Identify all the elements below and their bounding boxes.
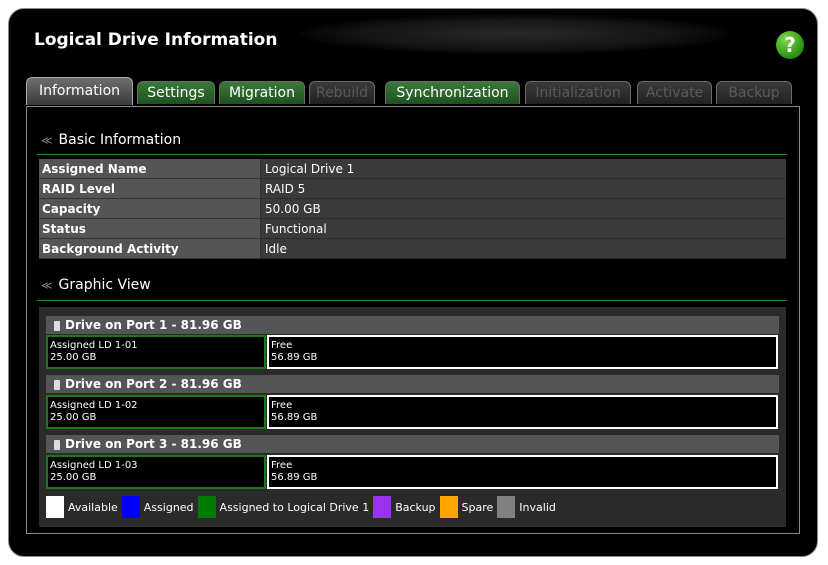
- basic-info-table: Assigned Name Logical Drive 1 RAID Level…: [39, 159, 786, 259]
- tab-rebuild: Rebuild: [309, 81, 375, 104]
- row-label: Capacity: [39, 199, 261, 219]
- table-row: RAID Level RAID 5: [39, 179, 786, 199]
- legend-label: Invalid: [519, 500, 556, 514]
- divider: [37, 154, 787, 155]
- segment-size: 25.00 GB: [50, 352, 97, 363]
- legend-item: Available: [46, 496, 118, 518]
- segment-size: 56.89 GB: [271, 412, 318, 423]
- help-icon[interactable]: ?: [776, 31, 804, 59]
- legend-swatch: [497, 496, 516, 518]
- drive-title: Drive on Port 3 - 81.96 GB: [65, 437, 242, 451]
- legend-swatch: [197, 496, 216, 518]
- legend-swatch: [439, 496, 458, 518]
- disk-icon: [54, 439, 60, 450]
- tab-migration[interactable]: Migration: [219, 81, 305, 104]
- tab-activate: Activate: [637, 81, 712, 104]
- legend-item: Assigned to Logical Drive 1: [197, 496, 370, 518]
- tab-information[interactable]: Information: [26, 77, 133, 105]
- row-value: RAID 5: [261, 179, 786, 199]
- row-label: RAID Level: [39, 179, 261, 199]
- tab-backup: Backup: [716, 81, 792, 104]
- table-row: Assigned Name Logical Drive 1: [39, 159, 786, 179]
- content-panel: ≪ Basic Information Assigned Name Logical…: [26, 106, 800, 534]
- assigned-segment[interactable]: Assigned LD 1-01 25.00 GB: [46, 335, 266, 369]
- drive-header: Drive on Port 2 - 81.96 GB: [46, 375, 779, 393]
- legend-label: Spare: [461, 500, 494, 514]
- legend-item: Invalid: [497, 496, 556, 518]
- basic-info-header[interactable]: ≪ Basic Information: [41, 132, 181, 148]
- segment-size: 25.00 GB: [50, 472, 97, 483]
- section-title: Graphic View: [58, 277, 151, 293]
- legend-label: Backup: [395, 500, 436, 514]
- segment-label: Free: [271, 460, 293, 471]
- row-value: Idle: [261, 239, 786, 259]
- drive-header: Drive on Port 1 - 81.96 GB: [46, 316, 779, 334]
- segment-size: 25.00 GB: [50, 412, 97, 423]
- divider: [37, 300, 787, 301]
- free-segment[interactable]: Free 56.89 GB: [267, 335, 778, 369]
- free-segment[interactable]: Free 56.89 GB: [267, 395, 778, 429]
- legend-item: Spare: [439, 496, 494, 518]
- row-value: Logical Drive 1: [261, 159, 786, 179]
- table-row: Status Functional: [39, 219, 786, 239]
- row-label: Background Activity: [39, 239, 261, 259]
- table-row: Background Activity Idle: [39, 239, 786, 259]
- free-segment[interactable]: Free 56.89 GB: [267, 455, 778, 489]
- row-value: Functional: [261, 219, 786, 239]
- legend: Available Assigned Assigned to Logical D…: [46, 496, 560, 518]
- assigned-segment[interactable]: Assigned LD 1-03 25.00 GB: [46, 455, 266, 489]
- legend-label: Assigned to Logical Drive 1: [219, 500, 370, 514]
- segment-label: Assigned LD 1-03: [50, 460, 138, 471]
- assigned-segment[interactable]: Assigned LD 1-02 25.00 GB: [46, 395, 266, 429]
- tab-settings[interactable]: Settings: [137, 81, 215, 104]
- legend-item: Assigned: [121, 496, 194, 518]
- legend-swatch: [373, 496, 392, 518]
- tab-synchronization[interactable]: Synchronization: [385, 81, 520, 104]
- row-label: Assigned Name: [39, 159, 261, 179]
- title-glow: [300, 14, 730, 54]
- graphic-view: Drive on Port 1 - 81.96 GB Assigned LD 1…: [39, 307, 786, 527]
- segment-size: 56.89 GB: [271, 472, 318, 483]
- row-label: Status: [39, 219, 261, 239]
- legend-item: Backup: [373, 496, 436, 518]
- window-title: Logical Drive Information: [34, 30, 278, 50]
- segment-label: Free: [271, 340, 293, 351]
- segment-label: Assigned LD 1-01: [50, 340, 138, 351]
- table-row: Capacity 50.00 GB: [39, 199, 786, 219]
- legend-label: Available: [68, 500, 118, 514]
- segment-size: 56.89 GB: [271, 352, 318, 363]
- row-value: 50.00 GB: [261, 199, 786, 219]
- segment-label: Free: [271, 400, 293, 411]
- legend-swatch: [46, 496, 64, 518]
- drive-header: Drive on Port 3 - 81.96 GB: [46, 435, 779, 453]
- disk-icon: [54, 379, 60, 390]
- legend-swatch: [121, 496, 140, 518]
- drive-title: Drive on Port 1 - 81.96 GB: [65, 318, 242, 332]
- legend-label: Assigned: [143, 500, 194, 514]
- disk-icon: [54, 320, 60, 331]
- chevron-down-icon: ≪: [41, 279, 53, 292]
- drive-title: Drive on Port 2 - 81.96 GB: [65, 377, 242, 391]
- chevron-down-icon: ≪: [41, 134, 53, 147]
- segment-label: Assigned LD 1-02: [50, 400, 138, 411]
- graphic-view-header[interactable]: ≪ Graphic View: [41, 277, 151, 293]
- section-title: Basic Information: [58, 132, 182, 148]
- tab-initialization: Initialization: [525, 81, 631, 104]
